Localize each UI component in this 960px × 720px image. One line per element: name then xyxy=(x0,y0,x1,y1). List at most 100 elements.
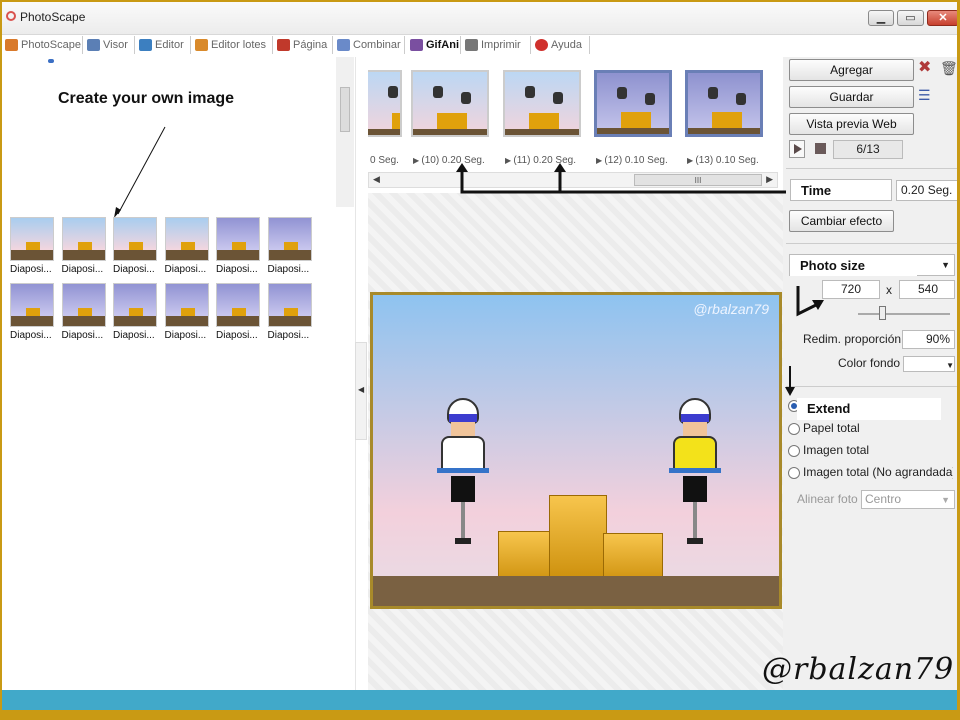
thumbnail-label: Diaposi... xyxy=(267,264,310,275)
tab-label: Visor xyxy=(103,39,128,51)
bg-color-picker[interactable]: ▼ xyxy=(903,356,955,372)
cyclist-right xyxy=(665,398,725,548)
fit-option-label[interactable]: Papel total xyxy=(803,421,860,435)
close-button[interactable]: ✕ xyxy=(927,10,959,26)
tab-photoscape[interactable]: PhotoScape xyxy=(5,36,81,54)
preview-ground xyxy=(373,576,779,606)
panel-divider xyxy=(786,168,960,169)
animation-preview: @rbalzan79 xyxy=(370,292,782,609)
filmstrip-frame[interactable] xyxy=(368,70,402,137)
slide-thumbnail[interactable] xyxy=(164,283,209,327)
tab-label: PhotoScape xyxy=(21,39,81,51)
frame-duration-label[interactable]: 0 Seg. xyxy=(370,155,399,166)
tab-pagina[interactable]: Página xyxy=(277,36,327,54)
tab-gifani[interactable]: GifAni xyxy=(410,36,459,54)
chevron-down-icon: ▼ xyxy=(941,495,950,505)
web-preview-button[interactable]: Vista previa Web xyxy=(789,113,914,135)
file-browser-pane: Create your own image xyxy=(0,57,356,690)
slide-thumbnail[interactable] xyxy=(267,217,312,261)
width-field[interactable]: 720 xyxy=(822,280,880,299)
tab-divider xyxy=(190,36,191,54)
filmstrip-frame[interactable] xyxy=(503,70,581,137)
filmstrip-frame[interactable] xyxy=(411,70,489,137)
height-field[interactable]: 540 xyxy=(899,280,955,299)
collapse-arrow-icon: ◀ xyxy=(358,385,365,394)
play-icon[interactable] xyxy=(789,140,805,158)
tab-imprimir[interactable]: Imprimir xyxy=(465,36,521,54)
slide-thumbnail[interactable] xyxy=(61,217,106,261)
trash-icon[interactable]: 🗑 xyxy=(940,60,958,76)
frame-duration-label[interactable]: ▶ (13) 0.10 Seg. xyxy=(687,155,759,166)
tab-editor[interactable]: Editor xyxy=(139,36,184,54)
filmstrip-frame[interactable] xyxy=(594,70,672,137)
fit-option-label[interactable]: Imagen total xyxy=(803,443,869,457)
save-button[interactable]: Guardar xyxy=(789,86,914,108)
window-title: PhotoScape xyxy=(20,10,86,24)
frame-duration-text: (12) 0.10 Seg. xyxy=(604,155,668,166)
slide-thumbnail[interactable] xyxy=(216,283,260,327)
filmstrip-scrollbar[interactable]: ◀ III ▶ xyxy=(368,172,778,188)
slide-thumbnail[interactable] xyxy=(10,217,54,261)
scroll-left-icon[interactable]: ◀ xyxy=(373,174,380,185)
resize-proportion-label: Redim. proporción xyxy=(803,332,902,346)
minimize-button[interactable]: ▁ xyxy=(868,10,894,26)
fit-option-label[interactable]: Imagen total (No agrandada) xyxy=(803,465,953,479)
maximize-button[interactable]: ▭ xyxy=(897,10,924,26)
align-photo-value: Centro xyxy=(865,492,902,506)
dimension-separator: x xyxy=(886,283,892,297)
tab-label: Combinar xyxy=(353,39,401,51)
size-slider-thumb[interactable] xyxy=(879,306,886,320)
panel-divider xyxy=(786,243,960,244)
slide-thumbnail[interactable] xyxy=(113,217,157,261)
tab-editor-lotes[interactable]: Editor lotes xyxy=(195,36,266,54)
scrollbar-thumb[interactable]: III xyxy=(634,174,762,186)
pane-splitter[interactable]: ◀ xyxy=(355,342,367,440)
scroll-right-icon[interactable]: ▶ xyxy=(766,174,773,185)
tab-ayuda[interactable]: Ayuda xyxy=(535,36,582,54)
photoscape-logo-icon xyxy=(6,11,16,21)
slide-thumbnail[interactable] xyxy=(61,283,106,327)
slide-thumbnail[interactable] xyxy=(164,217,209,261)
frame-duration-label[interactable]: ▶ (11) 0.20 Seg. xyxy=(505,155,576,166)
stop-icon[interactable] xyxy=(813,141,829,157)
slide-thumbnail[interactable] xyxy=(113,283,157,327)
size-slider-track[interactable] xyxy=(858,313,950,315)
tab-combinar[interactable]: Combinar xyxy=(337,36,401,54)
browser-scrollbar[interactable] xyxy=(336,57,354,207)
thumbnail-label: Diaposi... xyxy=(216,330,258,341)
tab-divider xyxy=(530,36,531,54)
thumbnail-label: Diaposi... xyxy=(61,330,104,341)
thumbnail-label: Diaposi... xyxy=(61,264,104,275)
preview-watermark: @rbalzan79 xyxy=(693,301,769,317)
add-button[interactable]: Agregar xyxy=(789,59,914,81)
author-handle: @rbalzan79 xyxy=(762,652,955,687)
tab-divider xyxy=(460,36,461,54)
filmstrip-frame[interactable] xyxy=(685,70,763,137)
frame-time-field[interactable]: 0.20 Seg. xyxy=(896,180,958,201)
align-photo-select[interactable]: Centro ▼ xyxy=(861,490,955,509)
tab-visor[interactable]: Visor xyxy=(87,36,128,54)
taskbar-strip xyxy=(0,690,960,710)
fit-option-radio[interactable] xyxy=(788,423,800,435)
extend-annotation: Extend xyxy=(797,398,941,420)
change-effect-button[interactable]: Cambiar efecto xyxy=(789,210,894,232)
thumbnail-label: Diaposi... xyxy=(164,264,207,275)
fit-option-radio[interactable] xyxy=(788,467,800,479)
slide-thumbnail[interactable] xyxy=(10,283,54,327)
frame-duration-label[interactable]: ▶ (12) 0.10 Seg. xyxy=(596,155,668,166)
slide-border-top xyxy=(0,0,960,2)
scrollbar-thumb[interactable] xyxy=(340,87,350,132)
fit-option-radio[interactable] xyxy=(788,445,800,457)
print-icon xyxy=(465,39,478,51)
tab-label: Imprimir xyxy=(481,39,521,51)
delete-icon[interactable]: ✖ xyxy=(918,60,931,76)
tab-divider xyxy=(82,36,83,54)
thumbnail-label: Diaposi... xyxy=(10,330,52,341)
tab-label: Ayuda xyxy=(551,39,582,51)
resize-proportion-field[interactable]: 90% xyxy=(902,330,955,349)
slide-thumbnail[interactable] xyxy=(216,217,260,261)
list-icon[interactable]: ☰ xyxy=(918,87,931,103)
folder-tree-icon[interactable] xyxy=(48,59,54,63)
slide-thumbnail[interactable] xyxy=(267,283,312,327)
frame-duration-label[interactable]: ▶ (10) 0.20 Seg. xyxy=(413,155,485,166)
